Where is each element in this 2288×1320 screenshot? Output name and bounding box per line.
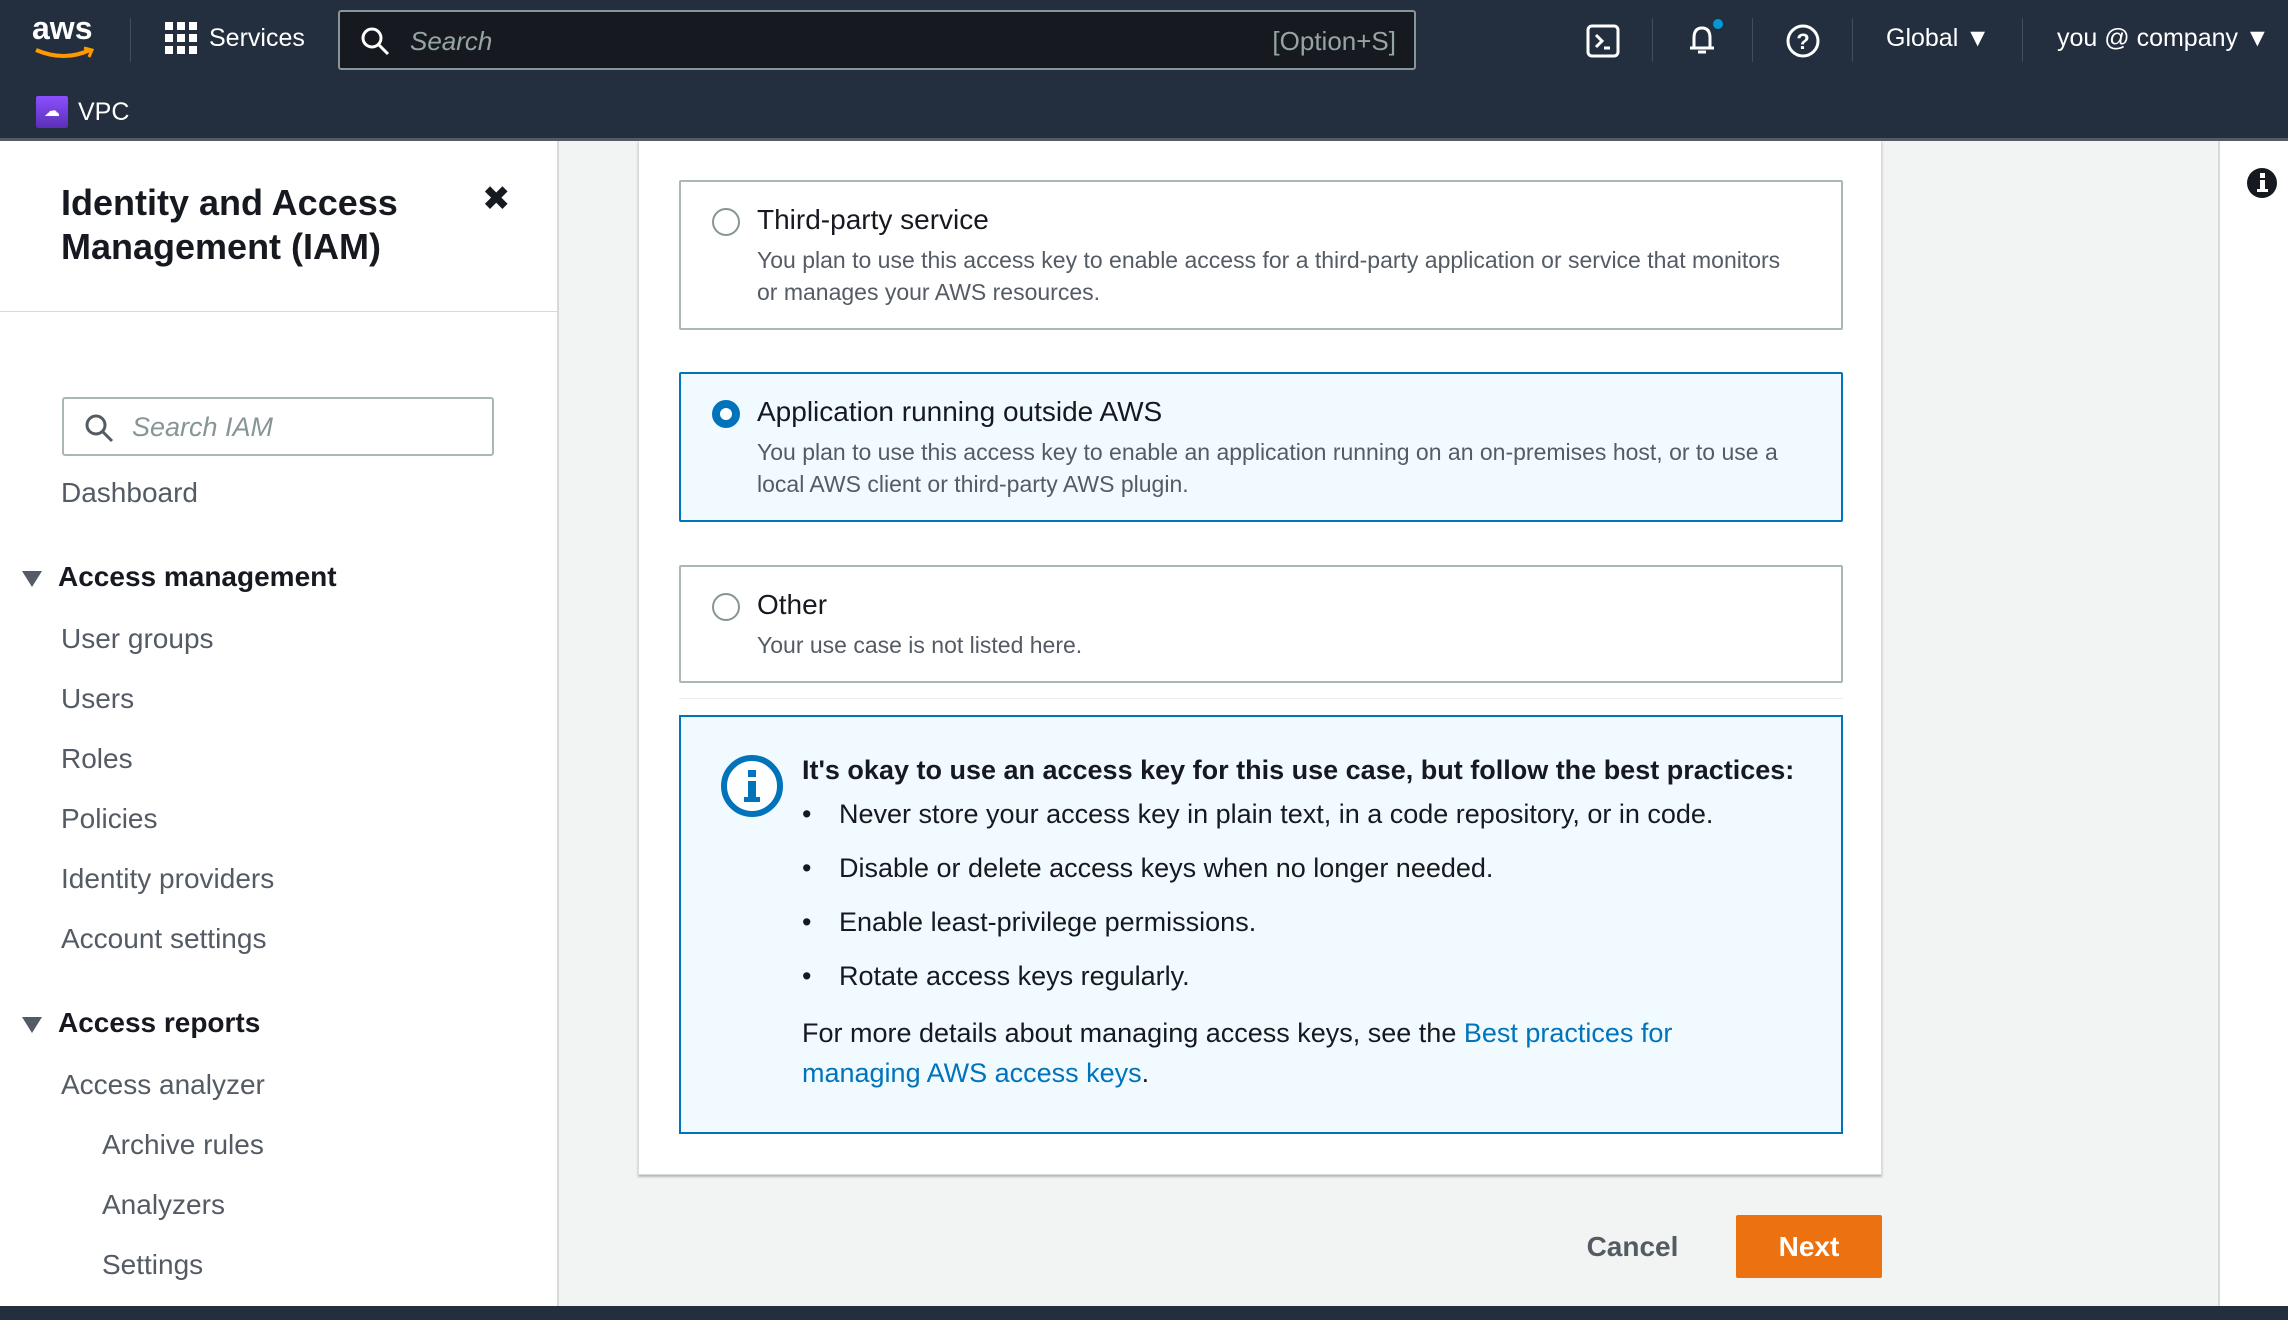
- region-selector[interactable]: Global ▼: [1886, 24, 1990, 53]
- sidebar-item-analyzers[interactable]: Analyzers: [102, 1189, 225, 1221]
- bullet: •: [802, 961, 812, 991]
- caret-down-icon: [22, 570, 42, 587]
- next-button[interactable]: Next: [1736, 1215, 1882, 1278]
- help-panel-rail: [2218, 141, 2288, 1306]
- global-search-input[interactable]: Search [Option+S]: [338, 10, 1416, 70]
- sidebar-item-settings[interactable]: Settings: [102, 1249, 203, 1281]
- sidebar: Identity and Access Management (IAM) ✖ Se…: [0, 141, 559, 1306]
- bullet: •: [802, 799, 812, 829]
- bullet: •: [802, 907, 812, 937]
- grid-icon: [165, 22, 197, 54]
- radio-button-selected[interactable]: [712, 400, 740, 428]
- account-menu[interactable]: you @ company ▼: [2057, 24, 2270, 53]
- caret-down-icon: ▼: [2244, 24, 2270, 52]
- option-other[interactable]: Other Your use case is not listed here.: [679, 565, 1843, 683]
- sidebar-item-archive-rules[interactable]: Archive rules: [102, 1129, 264, 1161]
- use-case-panel: Third-party service You plan to use this…: [638, 141, 1882, 1175]
- cloudshell-icon[interactable]: [1586, 24, 1620, 58]
- radio-button[interactable]: [712, 208, 740, 236]
- sidebar-item-users[interactable]: Users: [61, 683, 134, 715]
- vpc-shortcut[interactable]: ☁ VPC: [36, 96, 129, 128]
- sidebar-item-account-settings[interactable]: Account settings: [61, 923, 266, 955]
- footer-bar: [0, 1306, 2288, 1320]
- divider: [2022, 18, 2023, 62]
- divider: [1752, 18, 1753, 62]
- top-navigation: aws Services Search [Option+S] ? Global …: [0, 0, 2288, 141]
- sidebar-item-user-groups[interactable]: User groups: [61, 623, 214, 655]
- info-panel-icon[interactable]: [2246, 167, 2278, 199]
- help-icon[interactable]: ?: [1785, 23, 1821, 59]
- close-sidebar-icon[interactable]: ✖: [482, 179, 511, 219]
- sidebar-title: Identity and Access Management (IAM): [61, 182, 398, 267]
- aws-logo[interactable]: aws: [32, 12, 102, 64]
- search-iam-input[interactable]: Search IAM: [62, 397, 494, 456]
- info-alert: It's okay to use an access key for this …: [679, 715, 1843, 1134]
- option-third-party-service[interactable]: Third-party service You plan to use this…: [679, 180, 1843, 330]
- option-application-outside-aws[interactable]: Application running outside AWS You plan…: [679, 372, 1843, 522]
- search-icon: [361, 27, 390, 56]
- services-button[interactable]: Services: [165, 22, 305, 54]
- radio-button[interactable]: [712, 593, 740, 621]
- section-access-reports[interactable]: Access reports: [22, 1007, 260, 1039]
- vpc-icon: ☁: [36, 96, 68, 128]
- more-details-text: For more details about managing access k…: [802, 1018, 1673, 1088]
- sidebar-item-access-analyzer[interactable]: Access analyzer: [61, 1069, 265, 1101]
- divider: [1652, 18, 1653, 62]
- sidebar-item-dashboard[interactable]: Dashboard: [61, 477, 198, 509]
- divider: [130, 18, 131, 62]
- sidebar-item-policies[interactable]: Policies: [61, 803, 157, 835]
- bell-icon[interactable]: [1684, 18, 1724, 58]
- sidebar-item-identity-providers[interactable]: Identity providers: [61, 863, 274, 895]
- bullet: •: [802, 853, 812, 883]
- divider: [679, 698, 1843, 699]
- caret-down-icon: [22, 1016, 42, 1033]
- sidebar-item-roles[interactable]: Roles: [61, 743, 133, 775]
- svg-text:?: ?: [1796, 29, 1809, 54]
- section-access-management[interactable]: Access management: [22, 561, 337, 593]
- search-icon: [85, 414, 114, 443]
- caret-down-icon: ▼: [1965, 24, 1990, 52]
- info-icon: [721, 755, 783, 817]
- cancel-button[interactable]: Cancel: [1570, 1215, 1695, 1278]
- notification-dot: [1713, 19, 1723, 29]
- divider: [0, 311, 557, 312]
- divider: [1852, 18, 1853, 62]
